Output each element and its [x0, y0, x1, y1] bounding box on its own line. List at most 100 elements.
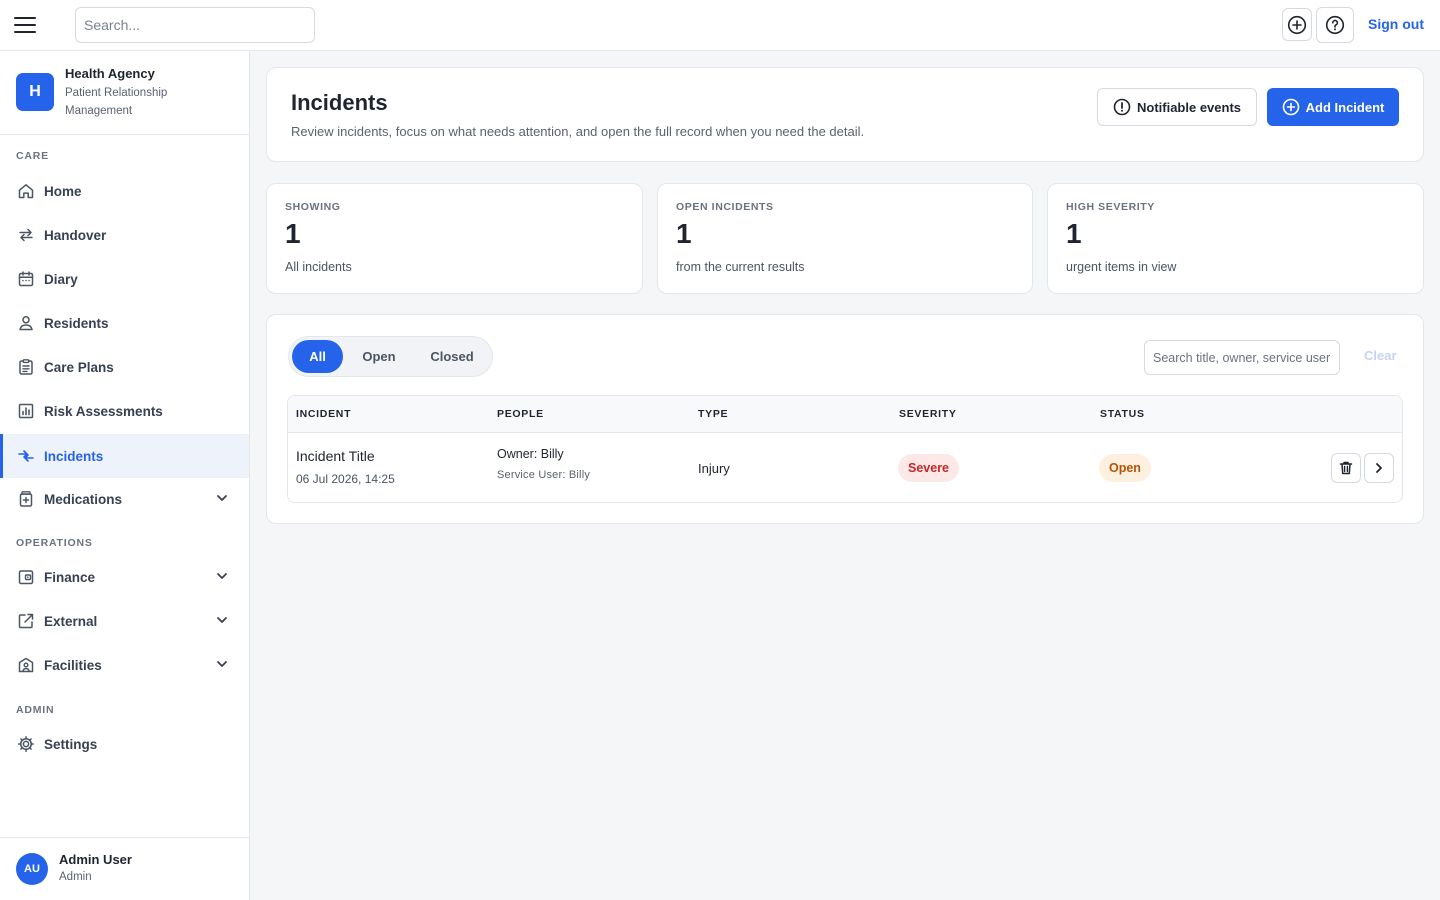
incident-type: Injury — [698, 461, 730, 476]
medication-icon — [16, 489, 36, 509]
user-role: Admin — [59, 871, 92, 883]
sidebar-item-incidents[interactable]: Incidents — [0, 434, 249, 478]
filter-closed[interactable]: Closed — [416, 340, 488, 373]
user-name: Admin User — [59, 852, 132, 867]
severity-badge: Severe — [898, 454, 960, 482]
facility-icon — [16, 655, 36, 675]
stat-subtext: from the current results — [676, 260, 805, 274]
stat-value: 1 — [285, 218, 301, 249]
filter-open[interactable]: Open — [348, 340, 410, 373]
top-bar: Sign out — [0, 0, 1440, 51]
sidebar-item-risk-assessments[interactable]: Risk Assessments — [0, 389, 249, 433]
sidebar-item-label: Finance — [44, 569, 96, 585]
status-badge: Open — [1099, 454, 1151, 482]
sidebar-item-label: Medications — [44, 491, 123, 507]
column-header-incident: INCIDENT — [296, 408, 352, 420]
avatar: AU — [16, 853, 48, 885]
add-button[interactable] — [1282, 8, 1312, 41]
incidents-table: INCIDENT PEOPLE TYPE SEVERITY STATUS Inc… — [287, 395, 1403, 503]
stat-label: HIGH SEVERITY — [1066, 201, 1155, 213]
home-icon — [16, 181, 36, 201]
user-profile[interactable]: AU Admin User Admin — [0, 837, 249, 900]
page-title: Incidents — [291, 90, 388, 115]
sidebar-item-care-plans[interactable]: Care Plans — [0, 345, 249, 389]
sidebar-item-label: Settings — [44, 736, 98, 752]
sidebar-item-label: Diary — [44, 271, 78, 287]
trash-icon — [1339, 461, 1353, 475]
stat-label: SHOWING — [285, 201, 341, 213]
alert-circle-icon — [1113, 98, 1131, 116]
sign-out-link[interactable]: Sign out — [1368, 16, 1424, 32]
add-incident-label: Add Incident — [1305, 99, 1385, 115]
section-admin: ADMIN — [16, 704, 55, 716]
chevron-right-icon — [1376, 463, 1382, 473]
delete-button[interactable] — [1331, 453, 1361, 483]
brand-subtitle: Patient Relationship Management — [65, 87, 168, 117]
filter-all[interactable]: All — [292, 340, 343, 373]
stat-value: 1 — [1066, 218, 1082, 249]
chevron-down-icon — [217, 661, 227, 667]
incidents-arrows-icon — [16, 446, 36, 466]
stat-subtext: urgent items in view — [1066, 260, 1177, 274]
incident-search-input[interactable] — [1144, 340, 1340, 375]
stat-label: OPEN INCIDENTS — [676, 201, 774, 213]
incident-date: 06 Jul 2026, 14:25 — [296, 472, 395, 486]
stat-value: 1 — [676, 218, 692, 249]
section-care: CARE — [16, 150, 49, 162]
help-button[interactable] — [1316, 7, 1354, 43]
external-link-icon — [16, 611, 36, 631]
stat-card-high-severity: HIGH SEVERITY 1 urgent items in view — [1047, 183, 1424, 294]
chevron-down-icon — [217, 573, 227, 579]
sidebar-item-label: Handover — [44, 227, 107, 243]
brand: H Health Agency Patient Relationship Man… — [0, 51, 249, 135]
column-header-status: STATUS — [1100, 408, 1145, 420]
sidebar-item-label: Home — [44, 183, 82, 199]
stat-card-showing: SHOWING 1 All incidents — [266, 183, 643, 294]
chevron-down-icon — [217, 617, 227, 623]
global-search-input[interactable] — [75, 7, 315, 43]
sidebar-item-handover[interactable]: Handover — [0, 213, 249, 257]
menu-icon[interactable] — [14, 14, 36, 36]
chevron-down-icon — [217, 495, 227, 501]
notifiable-events-button[interactable]: Notifiable events — [1097, 88, 1257, 126]
bar-chart-icon — [16, 401, 36, 421]
open-record-button[interactable] — [1364, 453, 1394, 483]
sidebar-item-medications[interactable]: Medications — [0, 477, 249, 521]
sidebar-item-label: Facilities — [44, 657, 102, 673]
page-header: Incidents Review incidents, focus on wha… — [266, 67, 1424, 162]
plus-circle-icon — [1282, 98, 1299, 116]
sidebar-item-label: Incidents — [44, 448, 104, 464]
incident-title: Incident Title — [296, 448, 375, 464]
sidebar-item-label: Risk Assessments — [44, 403, 163, 419]
stat-card-open-incidents: OPEN INCIDENTS 1 from the current result… — [657, 183, 1033, 294]
brand-logo: H — [16, 73, 54, 111]
status-filter: All Open Closed — [288, 336, 493, 377]
sidebar-item-external[interactable]: External — [0, 599, 249, 643]
section-operations: OPERATIONS — [16, 537, 93, 549]
sidebar-item-diary[interactable]: Diary — [0, 257, 249, 301]
gear-icon — [16, 734, 36, 754]
plus-circle-icon — [1287, 15, 1307, 34]
person-icon — [16, 313, 36, 333]
incidents-panel: All Open Closed Clear INCIDENT PEOPLE TY… — [266, 314, 1424, 524]
handover-arrows-icon — [16, 225, 36, 245]
column-header-people: PEOPLE — [497, 408, 544, 420]
sidebar: H Health Agency Patient Relationship Man… — [0, 51, 250, 900]
wallet-icon — [16, 567, 36, 587]
add-incident-button[interactable]: Add Incident — [1267, 88, 1399, 126]
sidebar-item-home[interactable]: Home — [0, 169, 249, 213]
incident-owner: Owner: Billy — [497, 447, 564, 461]
sidebar-item-label: External — [44, 613, 98, 629]
sidebar-item-settings[interactable]: Settings — [0, 722, 249, 766]
clear-button[interactable]: Clear — [1364, 348, 1397, 363]
sidebar-item-finance[interactable]: Finance — [0, 555, 249, 599]
sidebar-item-residents[interactable]: Residents — [0, 301, 249, 345]
table-row[interactable]: Incident Title 06 Jul 2026, 14:25 Owner:… — [288, 433, 1402, 502]
column-header-type: TYPE — [698, 408, 729, 420]
sidebar-item-facilities[interactable]: Facilities — [0, 643, 249, 687]
brand-name: Health Agency — [65, 66, 155, 81]
page-description: Review incidents, focus on what needs at… — [291, 124, 865, 139]
sidebar-item-label: Residents — [44, 315, 109, 331]
stat-subtext: All incidents — [285, 260, 352, 274]
incident-service-user: Service User: Billy — [497, 469, 591, 481]
